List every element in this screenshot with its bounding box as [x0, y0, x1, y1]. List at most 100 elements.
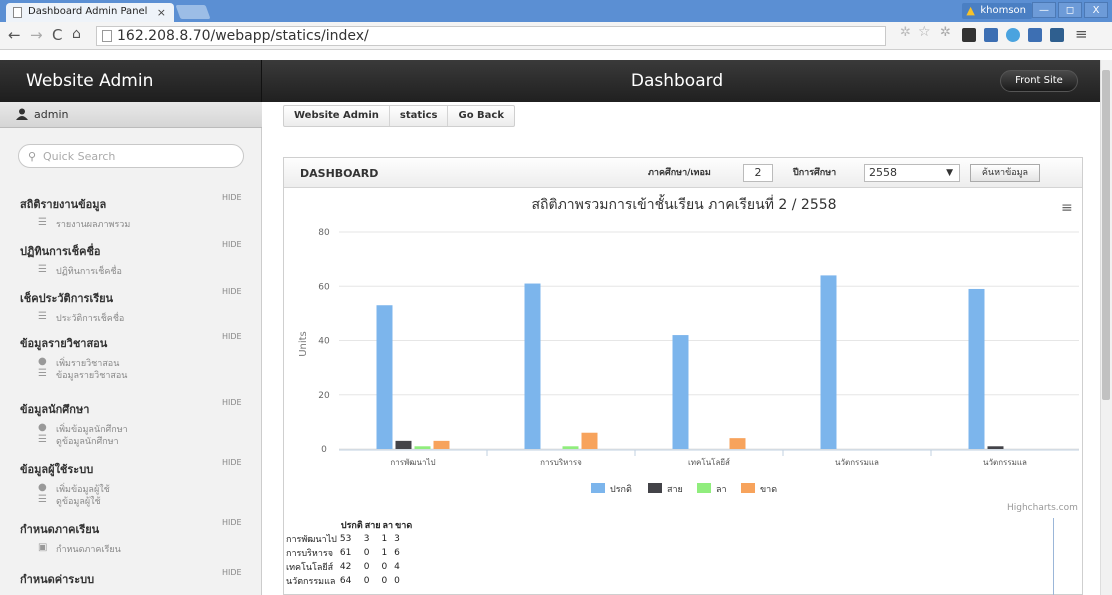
- sidebar-item[interactable]: ☰ ดูข้อมูลผู้ใช้: [38, 494, 101, 508]
- extension-icon[interactable]: [1006, 28, 1020, 42]
- sidebar-item[interactable]: ☰ ปฏิทินการเช็คชื่อ: [38, 264, 122, 278]
- sidebar-section-title[interactable]: กำหนดภาคเรียน: [20, 520, 99, 538]
- bar: [562, 446, 579, 449]
- bar: [987, 446, 1004, 449]
- breadcrumb-statics[interactable]: statics: [388, 106, 448, 126]
- profile-name: khomson: [980, 5, 1026, 16]
- front-site-button[interactable]: Front Site: [1000, 70, 1078, 92]
- bar: [581, 432, 598, 449]
- hide-toggle[interactable]: HIDE: [222, 240, 242, 249]
- sidebar-section-title[interactable]: ข้อมูลรายวิชาสอน: [20, 334, 107, 352]
- x-tick-label: เทคโนโลยีส์: [688, 457, 730, 467]
- settings-icon[interactable]: ✲: [900, 25, 914, 40]
- bar: [820, 275, 837, 449]
- sidebar-section-title[interactable]: ปฏิทินการเช็คชื่อ: [20, 242, 101, 260]
- maximize-button[interactable]: ◻: [1058, 2, 1082, 18]
- new-tab-button[interactable]: [175, 5, 211, 19]
- panel-title: DASHBOARD: [300, 167, 379, 180]
- close-window-button[interactable]: X: [1084, 2, 1108, 18]
- brand-title: Website Admin: [0, 60, 262, 102]
- table-cell: 0: [363, 548, 370, 558]
- dashboard-panel: DASHBOARD ภาคศึกษา/เทอม 2 ปีการศึกษา 255…: [283, 157, 1083, 595]
- close-tab-icon[interactable]: ×: [157, 6, 166, 19]
- sidebar-item-label: รายงานผลภาพรวม: [56, 220, 131, 230]
- table-cell: 64: [339, 576, 352, 586]
- home-icon[interactable]: ⌂: [72, 26, 81, 42]
- table-cell: การบริหารจ: [286, 549, 333, 559]
- url-text: 162.208.8.70/webapp/statics/index/: [117, 28, 369, 44]
- extension-icon[interactable]: [984, 28, 998, 42]
- menu-icon[interactable]: ≡: [1075, 25, 1088, 43]
- hide-toggle[interactable]: HIDE: [222, 287, 242, 296]
- table-cell: 0: [363, 576, 370, 586]
- sidebar-section-title[interactable]: กำหนดค่าระบบ: [20, 570, 94, 588]
- year-value: 2558: [869, 166, 897, 179]
- search-data-button[interactable]: ค้นหาข้อมูล: [970, 164, 1040, 182]
- table-cell: 6: [394, 548, 400, 558]
- y-tick-label: 0: [321, 445, 327, 455]
- term-input[interactable]: 2: [743, 164, 773, 182]
- table-cell: 0: [394, 576, 400, 586]
- profile-button[interactable]: ▲ khomson: [962, 3, 1032, 19]
- table-cell: 3: [363, 534, 370, 544]
- hide-toggle[interactable]: HIDE: [222, 398, 242, 407]
- legend-label: ขาด: [760, 485, 777, 495]
- list-icon: ☰: [38, 368, 47, 379]
- star-icon[interactable]: ☆: [918, 24, 932, 40]
- table-header: [286, 518, 340, 532]
- chart-menu-icon[interactable]: ≡: [1061, 200, 1073, 216]
- panel-header: DASHBOARD ภาคศึกษา/เทอม 2 ปีการศึกษา 255…: [284, 158, 1082, 188]
- hide-toggle[interactable]: HIDE: [222, 193, 242, 202]
- sidebar-section-title[interactable]: ข้อมูลผู้ใช้ระบบ: [20, 460, 93, 478]
- table-cell: 61: [339, 548, 352, 558]
- hide-toggle[interactable]: HIDE: [222, 518, 242, 527]
- table-cell: 0: [381, 562, 388, 572]
- sidebar-item-label: ดูข้อมูลผู้ใช้: [56, 497, 101, 507]
- x-tick-label: นวัตกรรมแล: [835, 458, 879, 467]
- table-cell: 1: [381, 534, 388, 544]
- hide-toggle[interactable]: HIDE: [222, 332, 242, 341]
- page-title: Dashboard: [630, 71, 724, 91]
- sidebar-item[interactable]: ▣ กำหนดภาคเรียน: [38, 542, 121, 556]
- chart-credit[interactable]: Highcharts.com: [1007, 503, 1078, 513]
- sidebar-section-title[interactable]: เช็คประวัติการเรียน: [20, 289, 113, 307]
- extension-icon[interactable]: ✲: [940, 25, 954, 40]
- list-icon: ☰: [38, 311, 47, 322]
- minimize-button[interactable]: —: [1032, 2, 1056, 18]
- breadcrumb: Website Admin statics Go Back: [283, 105, 515, 127]
- address-bar[interactable]: 162.208.8.70/webapp/statics/index/: [96, 26, 886, 46]
- breadcrumb-home[interactable]: Website Admin: [284, 106, 389, 126]
- bar: [395, 440, 412, 449]
- user-name: admin: [34, 108, 69, 121]
- sidebar-item-label: ข้อมูลรายวิชาสอน: [56, 371, 128, 381]
- quick-search-input[interactable]: ⚲ Quick Search: [18, 144, 244, 168]
- forward-arrow-icon[interactable]: →: [30, 26, 43, 44]
- page-icon: [102, 30, 112, 42]
- warning-icon: ▲: [966, 4, 975, 17]
- back-arrow-icon[interactable]: ←: [8, 26, 21, 44]
- sidebar-item[interactable]: ☰ ประวัติการเช็คชื่อ: [38, 311, 124, 325]
- sidebar-item-label: กำหนดภาคเรียน: [56, 545, 121, 555]
- hide-toggle[interactable]: HIDE: [222, 458, 242, 467]
- hide-toggle[interactable]: HIDE: [222, 568, 242, 577]
- year-select[interactable]: 2558 ▼: [864, 164, 960, 182]
- sidebar-item-label: ดูข้อมูลนักศึกษา: [56, 437, 119, 447]
- sidebar-item[interactable]: ☰ ดูข้อมูลนักศึกษา: [38, 434, 119, 448]
- user-add-icon: ●: [38, 356, 47, 367]
- user-add-icon: ●: [38, 422, 47, 433]
- extension-icon[interactable]: [1050, 28, 1064, 42]
- user-bar: admin: [0, 102, 262, 128]
- table-cell: 1: [381, 548, 388, 558]
- sidebar-section-title[interactable]: สถิติรายงานข้อมูล: [20, 195, 106, 213]
- legend-swatch: [648, 483, 662, 493]
- scrollbar-thumb[interactable]: [1102, 70, 1110, 400]
- sidebar-section-title[interactable]: ข้อมูลนักศึกษา: [20, 400, 89, 418]
- window-controls: — ◻ X: [1032, 2, 1108, 18]
- breadcrumb-go-back[interactable]: Go Back: [447, 106, 514, 126]
- sidebar-item[interactable]: ☰ รายงานผลภาพรวม: [38, 217, 130, 231]
- sidebar-item[interactable]: ☰ ข้อมูลรายวิชาสอน: [38, 368, 127, 382]
- browser-tab[interactable]: Dashboard Admin Panel ×: [6, 3, 174, 22]
- extension-icon[interactable]: [962, 28, 976, 42]
- extension-icon[interactable]: [1028, 28, 1042, 42]
- reload-icon[interactable]: C: [52, 26, 62, 44]
